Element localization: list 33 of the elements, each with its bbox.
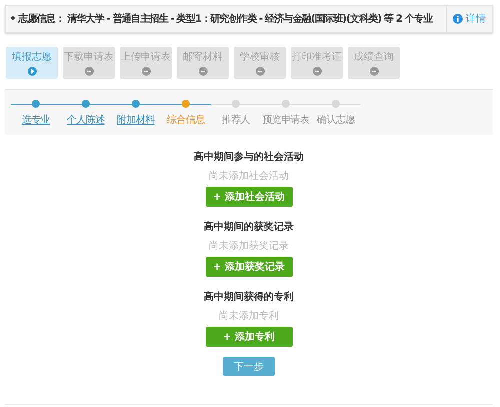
- details-link[interactable]: 详情: [466, 12, 486, 26]
- play-icon: [28, 67, 36, 76]
- step-link[interactable]: 选专业: [22, 113, 50, 127]
- step-label: 推荐人: [222, 114, 250, 127]
- step-tab[interactable]: 打印准考证: [291, 47, 343, 79]
- step-tab[interactable]: 邮寄材料: [177, 47, 229, 79]
- step-tab[interactable]: 学校审核: [234, 47, 286, 79]
- circle-icon: [198, 67, 208, 76]
- application-info-text: 志愿信息： 清华大学 - 普通自主招生 - 类型1：研究创作类 - 经济与金融(国际班)(文科类) 等 2 个专业: [18, 12, 432, 26]
- step-label: 确认志愿: [317, 114, 355, 127]
- circle-icon: [142, 67, 150, 76]
- circle-icon: [312, 67, 322, 76]
- next-button[interactable]: 下一步: [223, 357, 275, 376]
- section-heading: 高中期间的获奖记录: [204, 220, 294, 234]
- add-button[interactable]: + 添加社会活动: [206, 187, 292, 207]
- circle-icon: [256, 67, 264, 76]
- section-heading: 高中期间获得的专利: [204, 290, 294, 304]
- step-label: 综合信息: [167, 114, 205, 127]
- step-tab[interactable]: 成绩查询: [348, 47, 400, 79]
- step-tab[interactable]: 填报志愿: [6, 47, 58, 79]
- info-icon: [453, 14, 463, 24]
- section-heading: 高中期间参与的社会活动: [194, 150, 304, 164]
- empty-message: 尚未添加社会活动: [209, 170, 289, 183]
- add-button[interactable]: + 添加获奖记录: [206, 257, 292, 277]
- step-link[interactable]: 附加材料: [117, 113, 155, 127]
- empty-message: 尚未添加获奖记录: [209, 240, 289, 253]
- step-link[interactable]: 个人陈述: [67, 113, 105, 127]
- bullet-mark: •: [10, 14, 16, 24]
- circle-icon: [84, 67, 94, 76]
- circle-icon: [370, 67, 378, 76]
- step-label: 预览申请表: [262, 114, 310, 127]
- add-button[interactable]: + 添加专利: [206, 327, 292, 347]
- empty-message: 尚未添加专利: [219, 310, 279, 323]
